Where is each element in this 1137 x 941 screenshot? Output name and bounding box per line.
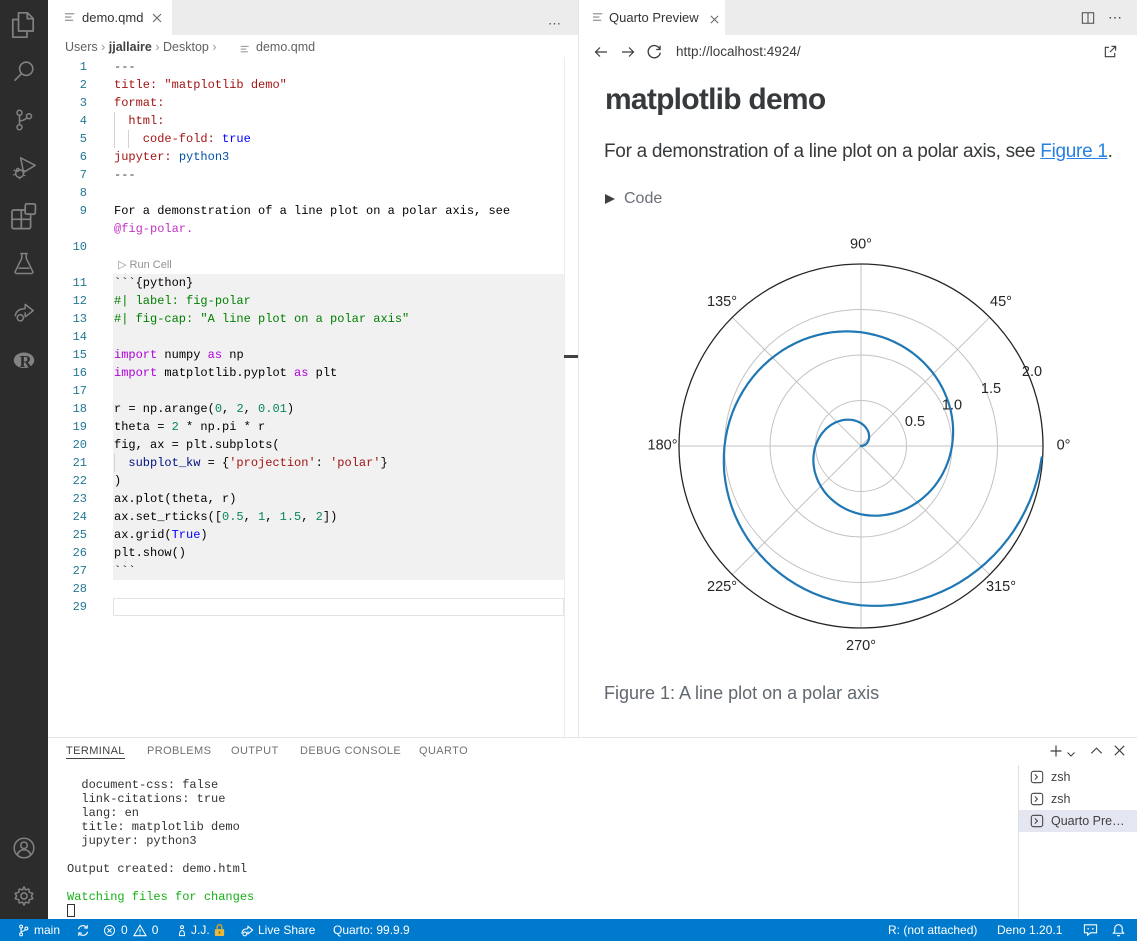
svg-text:270°: 270° <box>846 638 876 654</box>
svg-text:135°: 135° <box>707 294 737 310</box>
svg-text:180°: 180° <box>648 438 678 454</box>
svg-text:R: R <box>19 352 32 371</box>
svg-text:0°: 0° <box>1057 438 1071 454</box>
svg-text:2.0: 2.0 <box>1022 364 1042 380</box>
svg-text:0.5: 0.5 <box>905 414 925 430</box>
svg-text:315°: 315° <box>986 579 1016 595</box>
svg-text:45°: 45° <box>990 294 1012 310</box>
svg-text:1.5: 1.5 <box>981 381 1001 397</box>
svg-text:90°: 90° <box>850 237 872 253</box>
svg-text:225°: 225° <box>707 579 737 595</box>
svg-text:1.0: 1.0 <box>942 398 962 414</box>
